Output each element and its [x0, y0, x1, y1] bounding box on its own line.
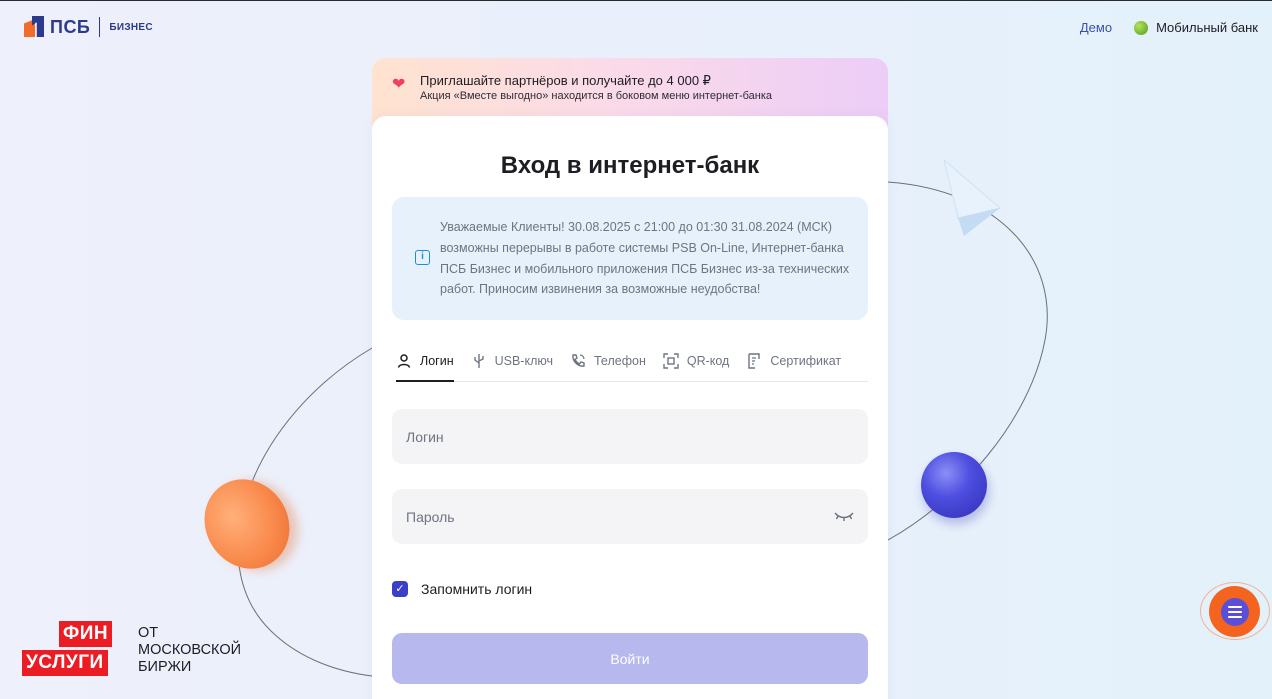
certificate-icon: [748, 353, 761, 369]
moex-caption-line: БИРЖИ: [138, 659, 192, 675]
login-field-wrapper: [392, 409, 868, 464]
chat-button[interactable]: [1209, 586, 1260, 637]
finuslugi-line-2: УСЛУГИ: [22, 650, 108, 676]
tab-login[interactable]: Логин: [396, 342, 454, 382]
login-card: Вход в интернет-банк i Уважаемые Клиенты…: [372, 116, 888, 699]
tab-phone[interactable]: Телефон: [570, 342, 646, 380]
mobile-bank-icon: [1134, 20, 1149, 35]
tab-label: Телефон: [594, 354, 646, 368]
chat-icon: [1220, 597, 1249, 626]
tab-qr-code[interactable]: QR-код: [663, 342, 730, 380]
tab-label: QR-код: [686, 354, 730, 368]
logo-divider: [99, 17, 101, 37]
password-field-wrapper: [392, 489, 868, 544]
remember-login-label: Запомнить логин: [421, 581, 533, 597]
usb-icon: [473, 354, 484, 368]
demo-link[interactable]: Демо: [1080, 20, 1112, 35]
finuslugi-line-1: ФИН: [59, 621, 113, 647]
login-method-tabs: Логин USB-ключ Телефон QR-код Сертификат: [396, 342, 868, 382]
logo-subtitle: БИЗНЕС: [109, 21, 153, 33]
header-links: Демо Мобильный банк: [1080, 20, 1258, 35]
logo-text: ПСБ: [50, 16, 91, 37]
decorative-coin: [187, 463, 307, 585]
info-icon: i: [415, 250, 430, 265]
eye-closed-icon[interactable]: [834, 509, 854, 523]
notice-text: Уважаемые Клиенты! 30.08.2025 с 21:00 до…: [440, 220, 850, 297]
page-title: Вход в интернет-банк: [500, 152, 760, 179]
tab-usb-key[interactable]: USB-ключ: [471, 342, 553, 380]
remember-login-row[interactable]: ✓ Запомнить логин: [392, 581, 532, 597]
chat-widget[interactable]: [1200, 582, 1270, 640]
remember-login-checkbox[interactable]: ✓: [392, 581, 408, 597]
moex-caption-line: ОТ: [138, 625, 159, 641]
login-input[interactable]: [392, 409, 868, 464]
qr-icon: [663, 353, 679, 369]
moex-caption: ОТ МОСКОВСКОЙ БИРЖИ: [138, 625, 241, 676]
psb-business-logo[interactable]: ПСБ БИЗНЕС: [24, 16, 153, 38]
tab-certificate[interactable]: Сертификат: [746, 342, 841, 380]
phone-icon: [572, 354, 585, 367]
moex-caption-line: МОСКОВСКОЙ: [138, 642, 242, 658]
decorative-sphere: [921, 452, 987, 518]
tab-label: Сертификат: [770, 354, 842, 368]
paper-plane-decoration: [943, 160, 1002, 236]
login-submit-button[interactable]: Войти: [392, 633, 868, 684]
tab-label: Логин: [420, 354, 454, 368]
promo-subtitle: Акция «Вместе выгодно» находится в боков…: [420, 90, 773, 102]
promo-title: Приглашайте партнёров и получайте до 4 0…: [420, 73, 711, 88]
tab-label: USB-ключ: [494, 354, 553, 368]
maintenance-notice: i Уважаемые Клиенты! 30.08.2025 с 21:00 …: [392, 197, 868, 320]
mobile-bank-label: Мобильный банк: [1156, 20, 1258, 35]
psb-logo-icon: [24, 16, 44, 38]
mobile-bank-link[interactable]: Мобильный банк: [1134, 20, 1258, 35]
password-input[interactable]: [392, 489, 868, 544]
heart-icon: ❤: [392, 76, 406, 93]
user-icon: [397, 354, 411, 368]
